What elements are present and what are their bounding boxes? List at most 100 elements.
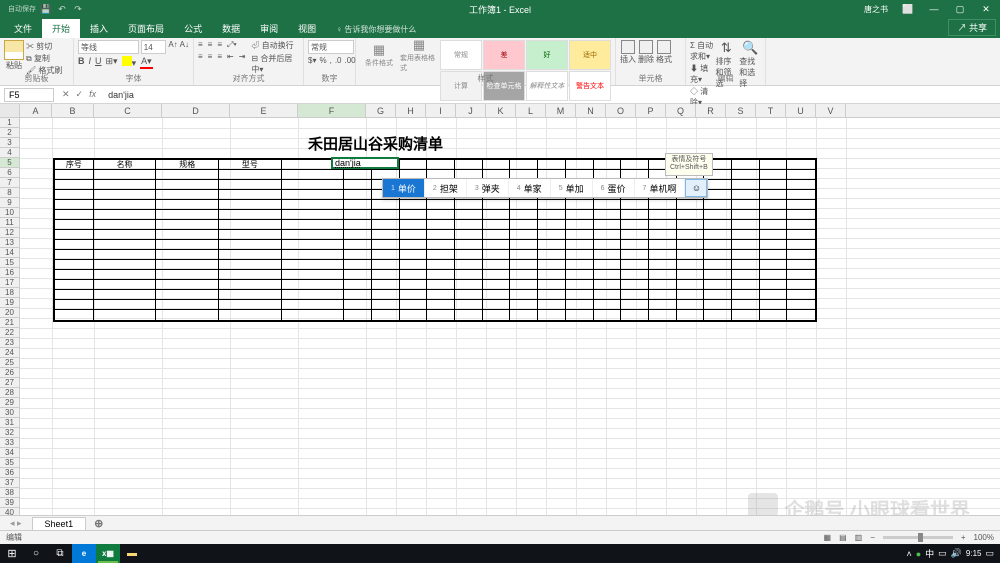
- table-cell[interactable]: [455, 210, 483, 219]
- table-cell[interactable]: [282, 210, 345, 219]
- font-color-button[interactable]: A▾: [140, 56, 153, 69]
- row-header-14[interactable]: 14: [0, 248, 19, 258]
- table-cell[interactable]: [94, 170, 157, 179]
- table-cell[interactable]: [732, 160, 760, 169]
- table-cell[interactable]: [427, 210, 455, 219]
- table-cell[interactable]: [649, 240, 677, 249]
- row-header-16[interactable]: 16: [0, 268, 19, 278]
- align-top-icon[interactable]: ≡: [198, 40, 203, 50]
- increase-decimal-icon[interactable]: .0: [335, 56, 342, 65]
- table-cell[interactable]: [344, 310, 372, 320]
- table-cell[interactable]: [594, 220, 622, 229]
- table-cell[interactable]: [594, 260, 622, 269]
- table-cell[interactable]: [94, 310, 157, 320]
- table-cell[interactable]: [787, 270, 815, 279]
- paste-button[interactable]: 粘贴: [4, 40, 24, 71]
- table-cell[interactable]: [427, 240, 455, 249]
- table-cell[interactable]: [219, 240, 282, 249]
- maximize-button[interactable]: ▢: [948, 0, 972, 18]
- table-cell[interactable]: [219, 230, 282, 239]
- table-cell[interactable]: [372, 220, 400, 229]
- table-cell[interactable]: [621, 220, 649, 229]
- align-left-icon[interactable]: ≡: [198, 52, 203, 61]
- table-cell[interactable]: [732, 230, 760, 239]
- row-header-27[interactable]: 27: [0, 378, 19, 388]
- table-cell[interactable]: [621, 270, 649, 279]
- table-cell[interactable]: [55, 200, 94, 209]
- table-cell[interactable]: [282, 240, 345, 249]
- volume-icon[interactable]: 🔊: [951, 548, 962, 559]
- orientation-icon[interactable]: ⤢▾: [227, 40, 237, 50]
- row-header-26[interactable]: 26: [0, 368, 19, 378]
- table-cell[interactable]: [219, 280, 282, 289]
- table-cell[interactable]: [94, 300, 157, 309]
- table-cell[interactable]: [400, 220, 428, 229]
- cell-style-warn[interactable]: 警告文本: [569, 71, 611, 101]
- table-cell[interactable]: [156, 310, 219, 320]
- fx-icon[interactable]: fx: [89, 89, 96, 100]
- table-cell[interactable]: [55, 280, 94, 289]
- row-header-32[interactable]: 32: [0, 428, 19, 438]
- table-cell[interactable]: [344, 230, 372, 239]
- table-cell[interactable]: [55, 300, 94, 309]
- table-cell[interactable]: [594, 240, 622, 249]
- ime-icon[interactable]: 中: [925, 547, 934, 560]
- table-cell[interactable]: [760, 280, 788, 289]
- increase-font-icon[interactable]: A↑: [168, 40, 177, 54]
- table-cell[interactable]: [483, 260, 511, 269]
- table-cell[interactable]: [732, 270, 760, 279]
- table-cell[interactable]: [566, 200, 594, 209]
- row-header-17[interactable]: 17: [0, 278, 19, 288]
- table-cell[interactable]: [55, 290, 94, 299]
- table-cell[interactable]: [787, 220, 815, 229]
- table-cell[interactable]: [538, 310, 566, 320]
- table-cell[interactable]: [704, 300, 732, 309]
- table-cell[interactable]: [732, 170, 760, 179]
- table-cell[interactable]: [510, 260, 538, 269]
- table-cell[interactable]: [538, 240, 566, 249]
- table-cell[interactable]: [594, 230, 622, 239]
- table-cell[interactable]: [787, 230, 815, 239]
- table-cell[interactable]: [621, 300, 649, 309]
- table-cell[interactable]: [760, 310, 788, 320]
- table-cell[interactable]: [538, 200, 566, 209]
- col-header-P[interactable]: P: [636, 104, 666, 117]
- fill-button[interactable]: ⬇ 填充▾: [690, 63, 713, 85]
- table-cell[interactable]: [704, 280, 732, 289]
- table-cell[interactable]: [483, 290, 511, 299]
- table-cell[interactable]: [344, 200, 372, 209]
- table-cell[interactable]: [455, 250, 483, 259]
- table-cell[interactable]: [594, 210, 622, 219]
- row-header-33[interactable]: 33: [0, 438, 19, 448]
- table-cell[interactable]: [483, 200, 511, 209]
- table-cell[interactable]: [219, 170, 282, 179]
- start-button[interactable]: ⊞: [0, 544, 24, 563]
- table-cell[interactable]: [732, 210, 760, 219]
- table-cell[interactable]: [677, 250, 705, 259]
- table-cell[interactable]: [787, 290, 815, 299]
- row-header-7[interactable]: 7: [0, 178, 19, 188]
- tab-data[interactable]: 数据: [212, 19, 250, 38]
- table-cell[interactable]: [566, 160, 594, 169]
- excel-taskbar-icon[interactable]: x▦: [96, 544, 120, 563]
- table-cell[interactable]: [94, 270, 157, 279]
- table-cell[interactable]: [344, 170, 372, 179]
- table-cell[interactable]: [400, 230, 428, 239]
- table-cell[interactable]: [400, 160, 428, 169]
- table-cell[interactable]: [282, 250, 345, 259]
- row-header-37[interactable]: 37: [0, 478, 19, 488]
- table-cell[interactable]: [455, 200, 483, 209]
- table-cell[interactable]: [55, 260, 94, 269]
- table-cell[interactable]: [538, 220, 566, 229]
- table-cell[interactable]: [566, 230, 594, 239]
- table-cell[interactable]: [483, 220, 511, 229]
- table-cell[interactable]: [566, 220, 594, 229]
- table-cell[interactable]: [94, 260, 157, 269]
- table-cell[interactable]: [732, 190, 760, 199]
- table-cell[interactable]: [732, 240, 760, 249]
- table-cell[interactable]: [156, 210, 219, 219]
- table-cell[interactable]: [510, 270, 538, 279]
- table-cell[interactable]: [344, 260, 372, 269]
- table-cell[interactable]: [649, 210, 677, 219]
- cancel-icon[interactable]: ✕: [62, 89, 70, 100]
